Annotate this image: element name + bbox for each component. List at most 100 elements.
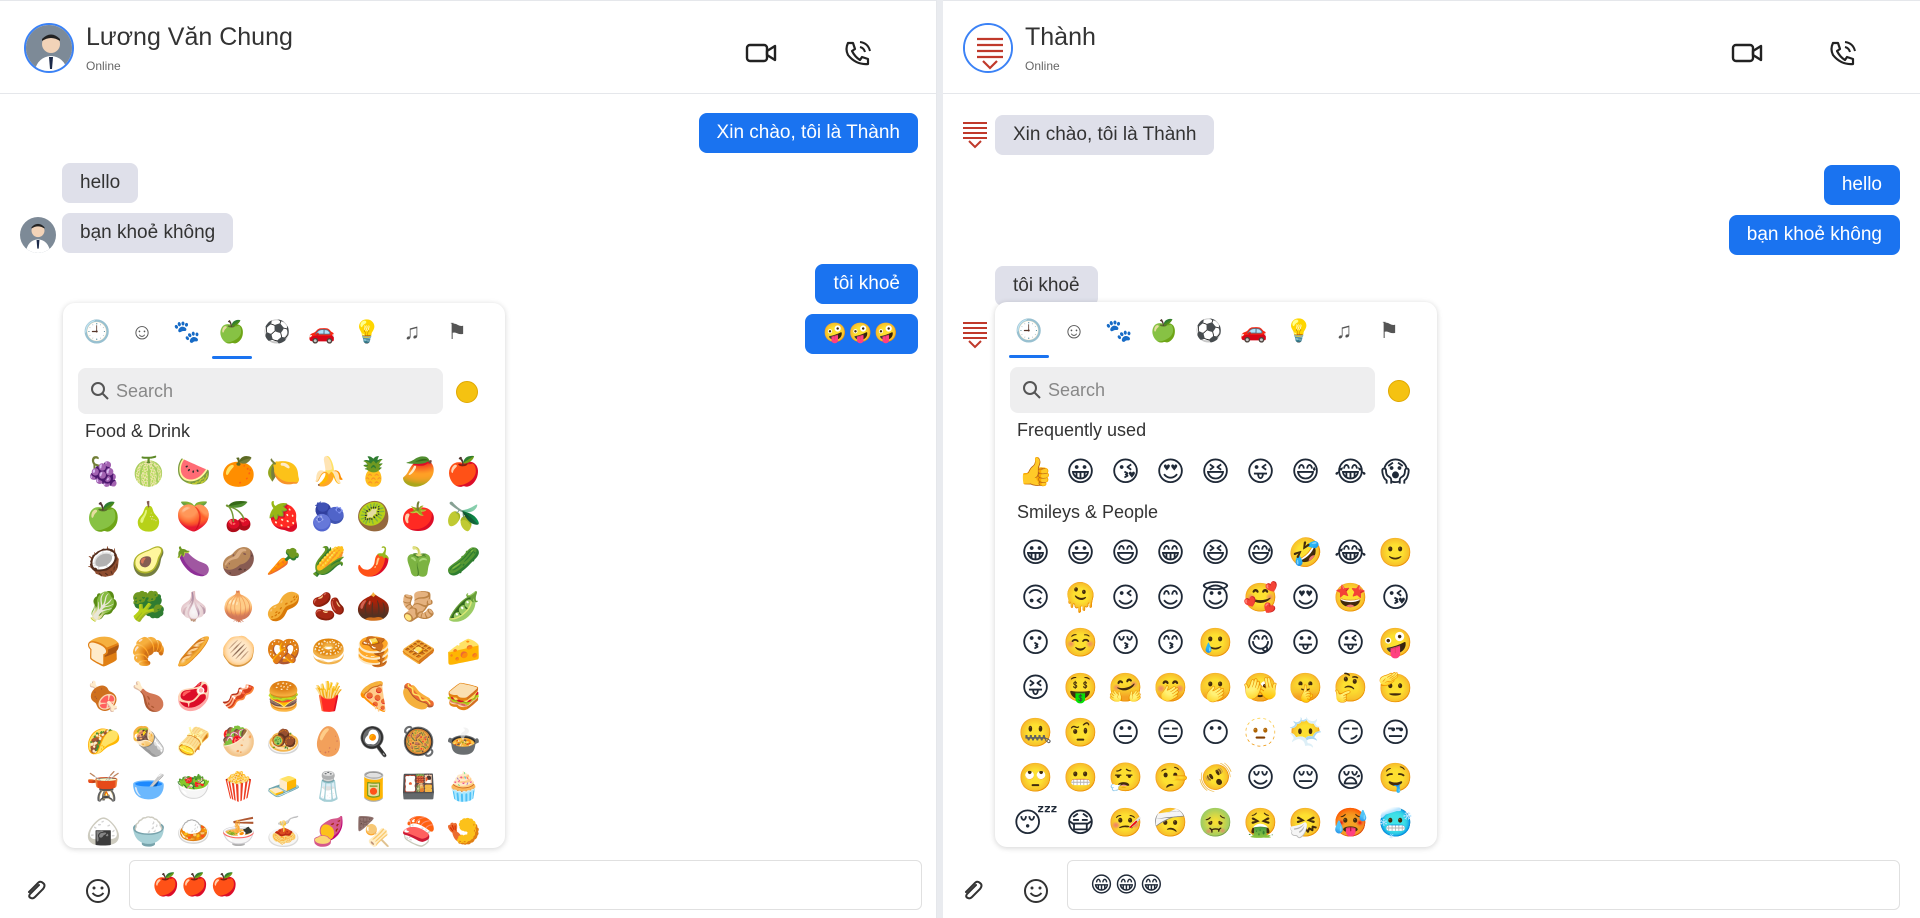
- emoji-cell[interactable]: 🥰: [1238, 575, 1283, 620]
- emoji-cell[interactable]: 😃: [1058, 530, 1103, 575]
- emoji-cell[interactable]: 🍋: [261, 449, 306, 494]
- emoji-cell[interactable]: 🥗: [171, 764, 216, 809]
- skin-tone-button[interactable]: [456, 381, 478, 403]
- emoji-cell[interactable]: 🤣: [1283, 530, 1328, 575]
- search-input[interactable]: [1048, 367, 1368, 413]
- emoji-cell[interactable]: 🥦: [126, 584, 171, 629]
- flag-icon[interactable]: ⚑: [1369, 314, 1409, 348]
- emoji-cell[interactable]: 🫔: [171, 719, 216, 764]
- car-icon[interactable]: 🚗: [1234, 314, 1274, 348]
- emoji-cell[interactable]: 🍅: [396, 494, 441, 539]
- emoji-cell[interactable]: 🍲: [441, 719, 486, 764]
- emoji-cell[interactable]: 🫐: [306, 494, 351, 539]
- clock-icon[interactable]: 🕘: [1009, 314, 1049, 358]
- emoji-cell[interactable]: 🥬: [81, 584, 126, 629]
- flag-icon[interactable]: ⚑: [437, 315, 477, 349]
- message-input[interactable]: 🍎🍎🍎: [129, 860, 922, 910]
- emoji-cell[interactable]: 😁: [1148, 530, 1193, 575]
- emoji-cell[interactable]: 😍: [1283, 575, 1328, 620]
- emoji-cell[interactable]: 🍒: [216, 494, 261, 539]
- emoji-cell[interactable]: 🥙: [216, 719, 261, 764]
- emoji-cell[interactable]: 😙: [1148, 620, 1193, 665]
- food-icon[interactable]: 🍏: [212, 315, 252, 359]
- emoji-cell[interactable]: 🍠: [306, 809, 351, 848]
- emoji-cell[interactable]: 😱: [1373, 449, 1418, 494]
- emoji-cell[interactable]: 🤔: [1328, 665, 1373, 710]
- emoji-cell[interactable]: 🥨: [261, 629, 306, 674]
- emoji-cell[interactable]: 🧅: [216, 584, 261, 629]
- emoji-cell[interactable]: 🫢: [1193, 665, 1238, 710]
- emoji-cell[interactable]: 🍚: [126, 809, 171, 848]
- emoji-cell[interactable]: 🍳: [351, 719, 396, 764]
- emoji-cell[interactable]: 😛: [1283, 620, 1328, 665]
- skin-tone-button[interactable]: [1388, 380, 1410, 402]
- emoji-cell[interactable]: 😋: [1238, 620, 1283, 665]
- emoji-cell[interactable]: 😊: [1148, 575, 1193, 620]
- emoji-cell[interactable]: 🥕: [261, 539, 306, 584]
- emoji-cell[interactable]: 🍛: [171, 809, 216, 848]
- emoji-cell[interactable]: 🍕: [351, 674, 396, 719]
- smiley-icon[interactable]: ☺: [122, 315, 162, 349]
- emoji-cell[interactable]: 😔: [1283, 755, 1328, 800]
- emoji-button-icon[interactable]: [1022, 877, 1050, 905]
- emoji-cell[interactable]: 🍢: [351, 809, 396, 848]
- emoji-cell[interactable]: 🫑: [396, 539, 441, 584]
- emoji-cell[interactable]: 🧄: [171, 584, 216, 629]
- emoji-cell[interactable]: 🥔: [216, 539, 261, 584]
- emoji-cell[interactable]: 🍗: [126, 674, 171, 719]
- emoji-cell[interactable]: 🍟: [306, 674, 351, 719]
- emoji-cell[interactable]: 😄: [1103, 530, 1148, 575]
- emoji-cell[interactable]: 🤩: [1328, 575, 1373, 620]
- emoji-cell[interactable]: 🥯: [306, 629, 351, 674]
- emoji-cell[interactable]: 🍑: [171, 494, 216, 539]
- emoji-cell[interactable]: 🫓: [216, 629, 261, 674]
- emoji-cell[interactable]: 😘: [1103, 449, 1148, 494]
- emoji-cell[interactable]: 😬: [1058, 755, 1103, 800]
- emoji-cell[interactable]: 🍤: [441, 809, 486, 848]
- emoji-cell[interactable]: 😍: [1148, 449, 1193, 494]
- emoji-cell[interactable]: 😉: [1103, 575, 1148, 620]
- emoji-search[interactable]: [1010, 367, 1375, 413]
- emoji-cell[interactable]: 🙂: [1373, 530, 1418, 575]
- emoji-cell[interactable]: 😜: [1328, 620, 1373, 665]
- emoji-cell[interactable]: 🥒: [441, 539, 486, 584]
- avatar[interactable]: [24, 23, 74, 73]
- emoji-cell[interactable]: 🥣: [126, 764, 171, 809]
- emoji-cell[interactable]: 😒: [1373, 710, 1418, 755]
- phone-call-icon[interactable]: [842, 39, 874, 67]
- car-icon[interactable]: 🚗: [302, 315, 342, 349]
- emoji-cell[interactable]: 🍖: [81, 674, 126, 719]
- emoji-cell[interactable]: 🍏: [81, 494, 126, 539]
- emoji-cell[interactable]: 🥭: [396, 449, 441, 494]
- emoji-cell[interactable]: 🍉: [171, 449, 216, 494]
- emoji-cell[interactable]: 🧆: [261, 719, 306, 764]
- emoji-cell[interactable]: 🥞: [351, 629, 396, 674]
- emoji-cell[interactable]: 😆: [1193, 449, 1238, 494]
- emoji-cell[interactable]: 🍱: [396, 764, 441, 809]
- emoji-cell[interactable]: 🤧: [1283, 800, 1328, 845]
- emoji-cell[interactable]: 🤪: [1373, 620, 1418, 665]
- emoji-cell[interactable]: 🥖: [171, 629, 216, 674]
- emoji-cell[interactable]: 🙃: [1013, 575, 1058, 620]
- search-input[interactable]: [116, 368, 436, 414]
- emoji-cell[interactable]: 🍇: [81, 449, 126, 494]
- emoji-cell[interactable]: 🤕: [1148, 800, 1193, 845]
- emoji-cell[interactable]: 🫛: [441, 584, 486, 629]
- emoji-cell[interactable]: 🌰: [351, 584, 396, 629]
- food-icon[interactable]: 🍏: [1144, 314, 1184, 348]
- emoji-cell[interactable]: 😀: [1058, 449, 1103, 494]
- animal-icon[interactable]: 🐾: [167, 315, 207, 349]
- emoji-cell[interactable]: 🫡: [1373, 665, 1418, 710]
- emoji-cell[interactable]: 😐: [1103, 710, 1148, 755]
- emoji-cell[interactable]: 🥑: [126, 539, 171, 584]
- emoji-cell[interactable]: 😘: [1373, 575, 1418, 620]
- emoji-cell[interactable]: 🍎: [441, 449, 486, 494]
- ball-icon[interactable]: ⚽: [257, 315, 297, 349]
- emoji-cell[interactable]: 🍣: [396, 809, 441, 848]
- emoji-cell[interactable]: 🥐: [126, 629, 171, 674]
- emoji-cell[interactable]: 🧁: [441, 764, 486, 809]
- smiley-icon[interactable]: ☺: [1054, 314, 1094, 348]
- emoji-cell[interactable]: 😅: [1238, 530, 1283, 575]
- emoji-cell[interactable]: 🤢: [1193, 800, 1238, 845]
- emoji-cell[interactable]: 😂: [1328, 449, 1373, 494]
